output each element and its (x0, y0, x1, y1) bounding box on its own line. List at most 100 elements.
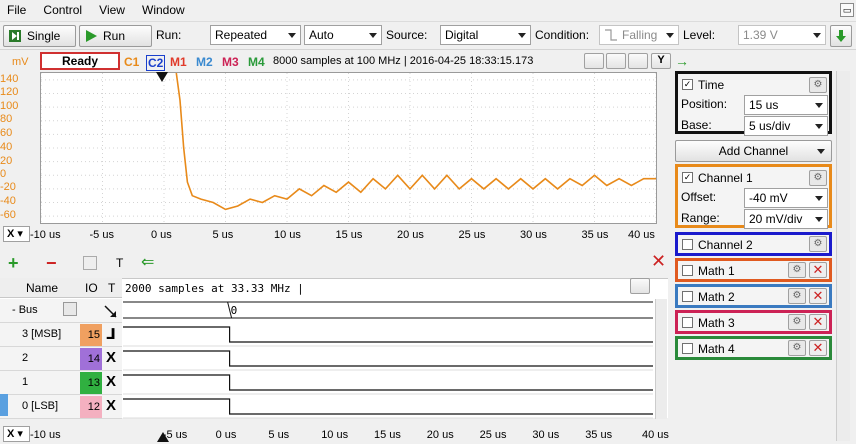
close-icon[interactable]: ✕ (809, 340, 827, 356)
logic-channel-row[interactable]: 3 [MSB] 15 ⅃ (0, 323, 122, 347)
channel-tag-m4[interactable]: M4 (248, 55, 265, 69)
math1-checkbox[interactable] (682, 265, 693, 276)
screenshot-icon[interactable] (606, 53, 626, 69)
gear-icon[interactable] (630, 278, 650, 294)
menu-file[interactable]: File (0, 0, 33, 17)
logic-x-tick: 40 us (642, 429, 669, 441)
logic-x-tick: 25 us (479, 429, 507, 441)
close-icon[interactable]: ✕ (809, 288, 827, 304)
add-channel-button[interactable]: Add Channel (675, 140, 832, 162)
channel-tag-m2[interactable]: M2 (196, 55, 213, 69)
arrow-down-right-icon[interactable] (104, 305, 118, 319)
zoom-icon[interactable] (584, 53, 604, 69)
logic-io-badge[interactable]: 14 (80, 348, 102, 370)
channel1-checkbox[interactable]: ✓ (682, 172, 693, 183)
add-icon[interactable]: + (8, 253, 19, 274)
position-select[interactable]: 15 us (744, 95, 828, 115)
channel-tag-m1[interactable]: M1 (170, 55, 187, 69)
math1-label: Math 1 (698, 264, 735, 278)
falling-edge-trigger-icon[interactable]: ⅃ (106, 325, 116, 343)
math3-checkbox[interactable] (682, 317, 693, 328)
math2-checkbox[interactable] (682, 291, 693, 302)
trigger-menu[interactable]: T (116, 256, 123, 270)
math1-panel: Math 1 ⚙ ✕ (675, 258, 832, 282)
x-axis-selector[interactable]: X ▾ (3, 226, 30, 242)
right-panel-scrollbar[interactable] (836, 71, 850, 441)
edit-icon[interactable] (63, 302, 77, 316)
range-select[interactable]: 20 mV/div (744, 209, 828, 229)
trigger-marker-icon[interactable] (156, 72, 168, 82)
run-mode-select[interactable]: Repeated (210, 25, 301, 45)
channel2-checkbox[interactable] (682, 239, 693, 250)
falling-edge-icon (605, 29, 617, 41)
logic-io-badge[interactable]: 12 (80, 396, 102, 418)
base-value: 5 us/div (749, 119, 791, 133)
channel2-panel: Channel 2 ⚙ (675, 232, 832, 256)
edit-icon[interactable] (83, 256, 97, 270)
dont-care-trigger-icon[interactable]: X (106, 397, 116, 414)
trigger-mode-select[interactable]: Auto (304, 25, 382, 45)
x-tick: 10 us (274, 229, 301, 241)
logic-channel-row[interactable]: 0 [LSB] 12 X (0, 395, 122, 419)
offset-select[interactable]: -40 mV (744, 188, 828, 208)
x-tick: 20 us (397, 229, 424, 241)
logic-waveforms: 0 (123, 301, 653, 419)
restore-icon[interactable]: ▭ (840, 3, 854, 17)
run-mode-label: Run: (156, 28, 182, 42)
base-label: Base: (681, 118, 712, 132)
x-tick: -5 us (89, 229, 114, 241)
gear-icon[interactable]: ⚙ (809, 77, 827, 93)
dont-care-trigger-icon[interactable]: X (106, 373, 116, 390)
time-checkbox[interactable]: ✓ (682, 79, 693, 90)
math2-label: Math 2 (698, 290, 735, 304)
logic-channel-row[interactable]: 1 13 X (0, 371, 122, 395)
status-badge: Ready (40, 52, 120, 70)
gear-icon[interactable] (628, 53, 648, 69)
close-icon[interactable]: ✕ (809, 262, 827, 278)
level-set-button[interactable] (830, 25, 852, 47)
gear-icon[interactable]: ⚙ (809, 170, 827, 186)
math4-checkbox[interactable] (682, 343, 693, 354)
logic-x-axis-selector[interactable]: X ▾ (3, 426, 30, 442)
trigger-mode-value: Auto (309, 28, 334, 42)
logic-channel-name: 2 (22, 352, 29, 364)
y-axis-button[interactable]: Y (651, 53, 671, 69)
bus-label: - Bus (12, 304, 38, 316)
trigger-marker-icon[interactable] (157, 432, 169, 442)
close-icon[interactable]: ✕ (809, 314, 827, 330)
logic-io-badge[interactable]: 15 (80, 324, 102, 346)
scope-plot[interactable] (40, 72, 657, 224)
gear-icon[interactable]: ⚙ (788, 314, 806, 330)
close-icon[interactable]: ✕ (651, 251, 666, 272)
menu-view[interactable]: View (92, 0, 132, 17)
channel-tag-c1[interactable]: C1 (124, 55, 139, 69)
bus-row[interactable]: - Bus (0, 299, 122, 323)
add-channel-label: Add Channel (718, 144, 789, 158)
remove-icon[interactable]: − (46, 253, 57, 274)
arrow-right-icon[interactable]: → (675, 53, 689, 69)
condition-select[interactable]: Falling (599, 25, 679, 45)
menu-window[interactable]: Window (135, 0, 192, 17)
arrow-left-icon[interactable]: ⇐ (141, 252, 154, 272)
gear-icon[interactable]: ⚙ (788, 262, 806, 278)
dont-care-trigger-icon[interactable]: X (106, 349, 116, 366)
channel-tag-m3[interactable]: M3 (222, 55, 239, 69)
run-button[interactable]: Run (79, 25, 152, 47)
logic-channel-row[interactable]: 2 14 X (0, 347, 122, 371)
gear-icon[interactable]: ⚙ (788, 288, 806, 304)
y-tick: 40 (0, 141, 13, 153)
single-button[interactable]: Single (3, 25, 76, 47)
level-input[interactable]: 1.39 V (738, 25, 826, 45)
source-select[interactable]: Digital (440, 25, 531, 45)
menu-control[interactable]: Control (36, 0, 89, 17)
logic-io-badge[interactable]: 13 (80, 372, 102, 394)
channel2-label: Channel 2 (698, 238, 753, 252)
base-select[interactable]: 5 us/div (744, 116, 828, 136)
channel-tag-c2[interactable]: C2 (146, 55, 166, 71)
y-tick: -60 (0, 209, 16, 221)
series-line-channel1 (175, 72, 656, 211)
logic-scrollbar[interactable] (655, 299, 667, 419)
gear-icon[interactable]: ⚙ (809, 236, 827, 252)
gear-icon[interactable]: ⚙ (788, 340, 806, 356)
chevron-down-icon (369, 33, 377, 38)
